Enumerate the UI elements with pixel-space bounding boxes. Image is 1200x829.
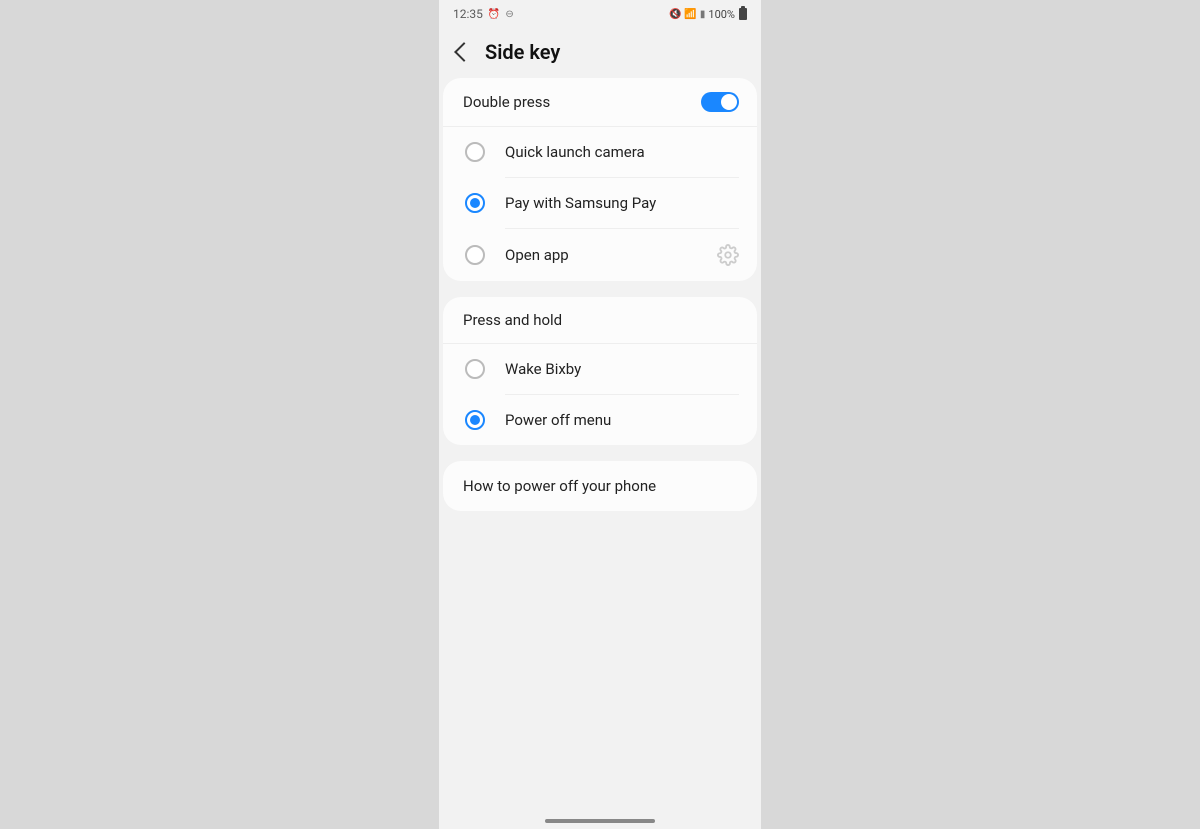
how-to-label: How to power off your phone (463, 477, 656, 495)
option-label: Wake Bixby (505, 360, 739, 378)
chevron-left-icon (454, 42, 474, 62)
nav-handle[interactable] (545, 819, 655, 823)
double-press-title: Double press (463, 93, 550, 111)
option-power-off-menu[interactable]: Power off menu (443, 395, 757, 445)
page-header: Side key (439, 28, 761, 78)
status-time: 12:35 (453, 7, 483, 21)
radio-quick-launch-camera[interactable] (465, 142, 485, 162)
wifi-icon: 📶 (684, 9, 696, 20)
press-hold-title: Press and hold (443, 297, 757, 344)
option-label: Quick launch camera (505, 143, 739, 161)
double-press-toggle[interactable] (701, 92, 739, 112)
battery-percent: 100% (708, 8, 735, 21)
status-bar: 12:35 ⏰ ⊖ 🔇 📶 ▮ 100% (439, 0, 761, 28)
phone-screen: 12:35 ⏰ ⊖ 🔇 📶 ▮ 100% Side key Double pre… (439, 0, 761, 829)
press-hold-card: Press and hold Wake Bixby Power off menu (443, 297, 757, 445)
radio-power-off-menu[interactable] (465, 410, 485, 430)
option-label: Open app (505, 246, 717, 264)
radio-open-app[interactable] (465, 245, 485, 265)
alarm-icon: ⏰ (488, 9, 500, 20)
back-button[interactable] (453, 45, 471, 59)
how-to-power-off-link[interactable]: How to power off your phone (443, 461, 757, 511)
mute-icon: 🔇 (669, 9, 681, 20)
option-label: Power off menu (505, 411, 739, 429)
gear-icon[interactable] (717, 244, 739, 266)
option-label: Pay with Samsung Pay (505, 194, 739, 212)
option-open-app[interactable]: Open app (443, 229, 757, 281)
signal-icon: ▮ (700, 9, 706, 20)
option-pay-samsung-pay[interactable]: Pay with Samsung Pay (443, 178, 757, 228)
option-wake-bixby[interactable]: Wake Bixby (443, 344, 757, 394)
dnd-icon: ⊖ (505, 9, 513, 20)
double-press-card: Double press Quick launch camera Pay wit… (443, 78, 757, 281)
radio-pay-samsung-pay[interactable] (465, 193, 485, 213)
double-press-header: Double press (443, 78, 757, 127)
radio-wake-bixby[interactable] (465, 359, 485, 379)
battery-icon (739, 8, 747, 20)
page-title: Side key (485, 40, 560, 64)
option-quick-launch-camera[interactable]: Quick launch camera (443, 127, 757, 177)
